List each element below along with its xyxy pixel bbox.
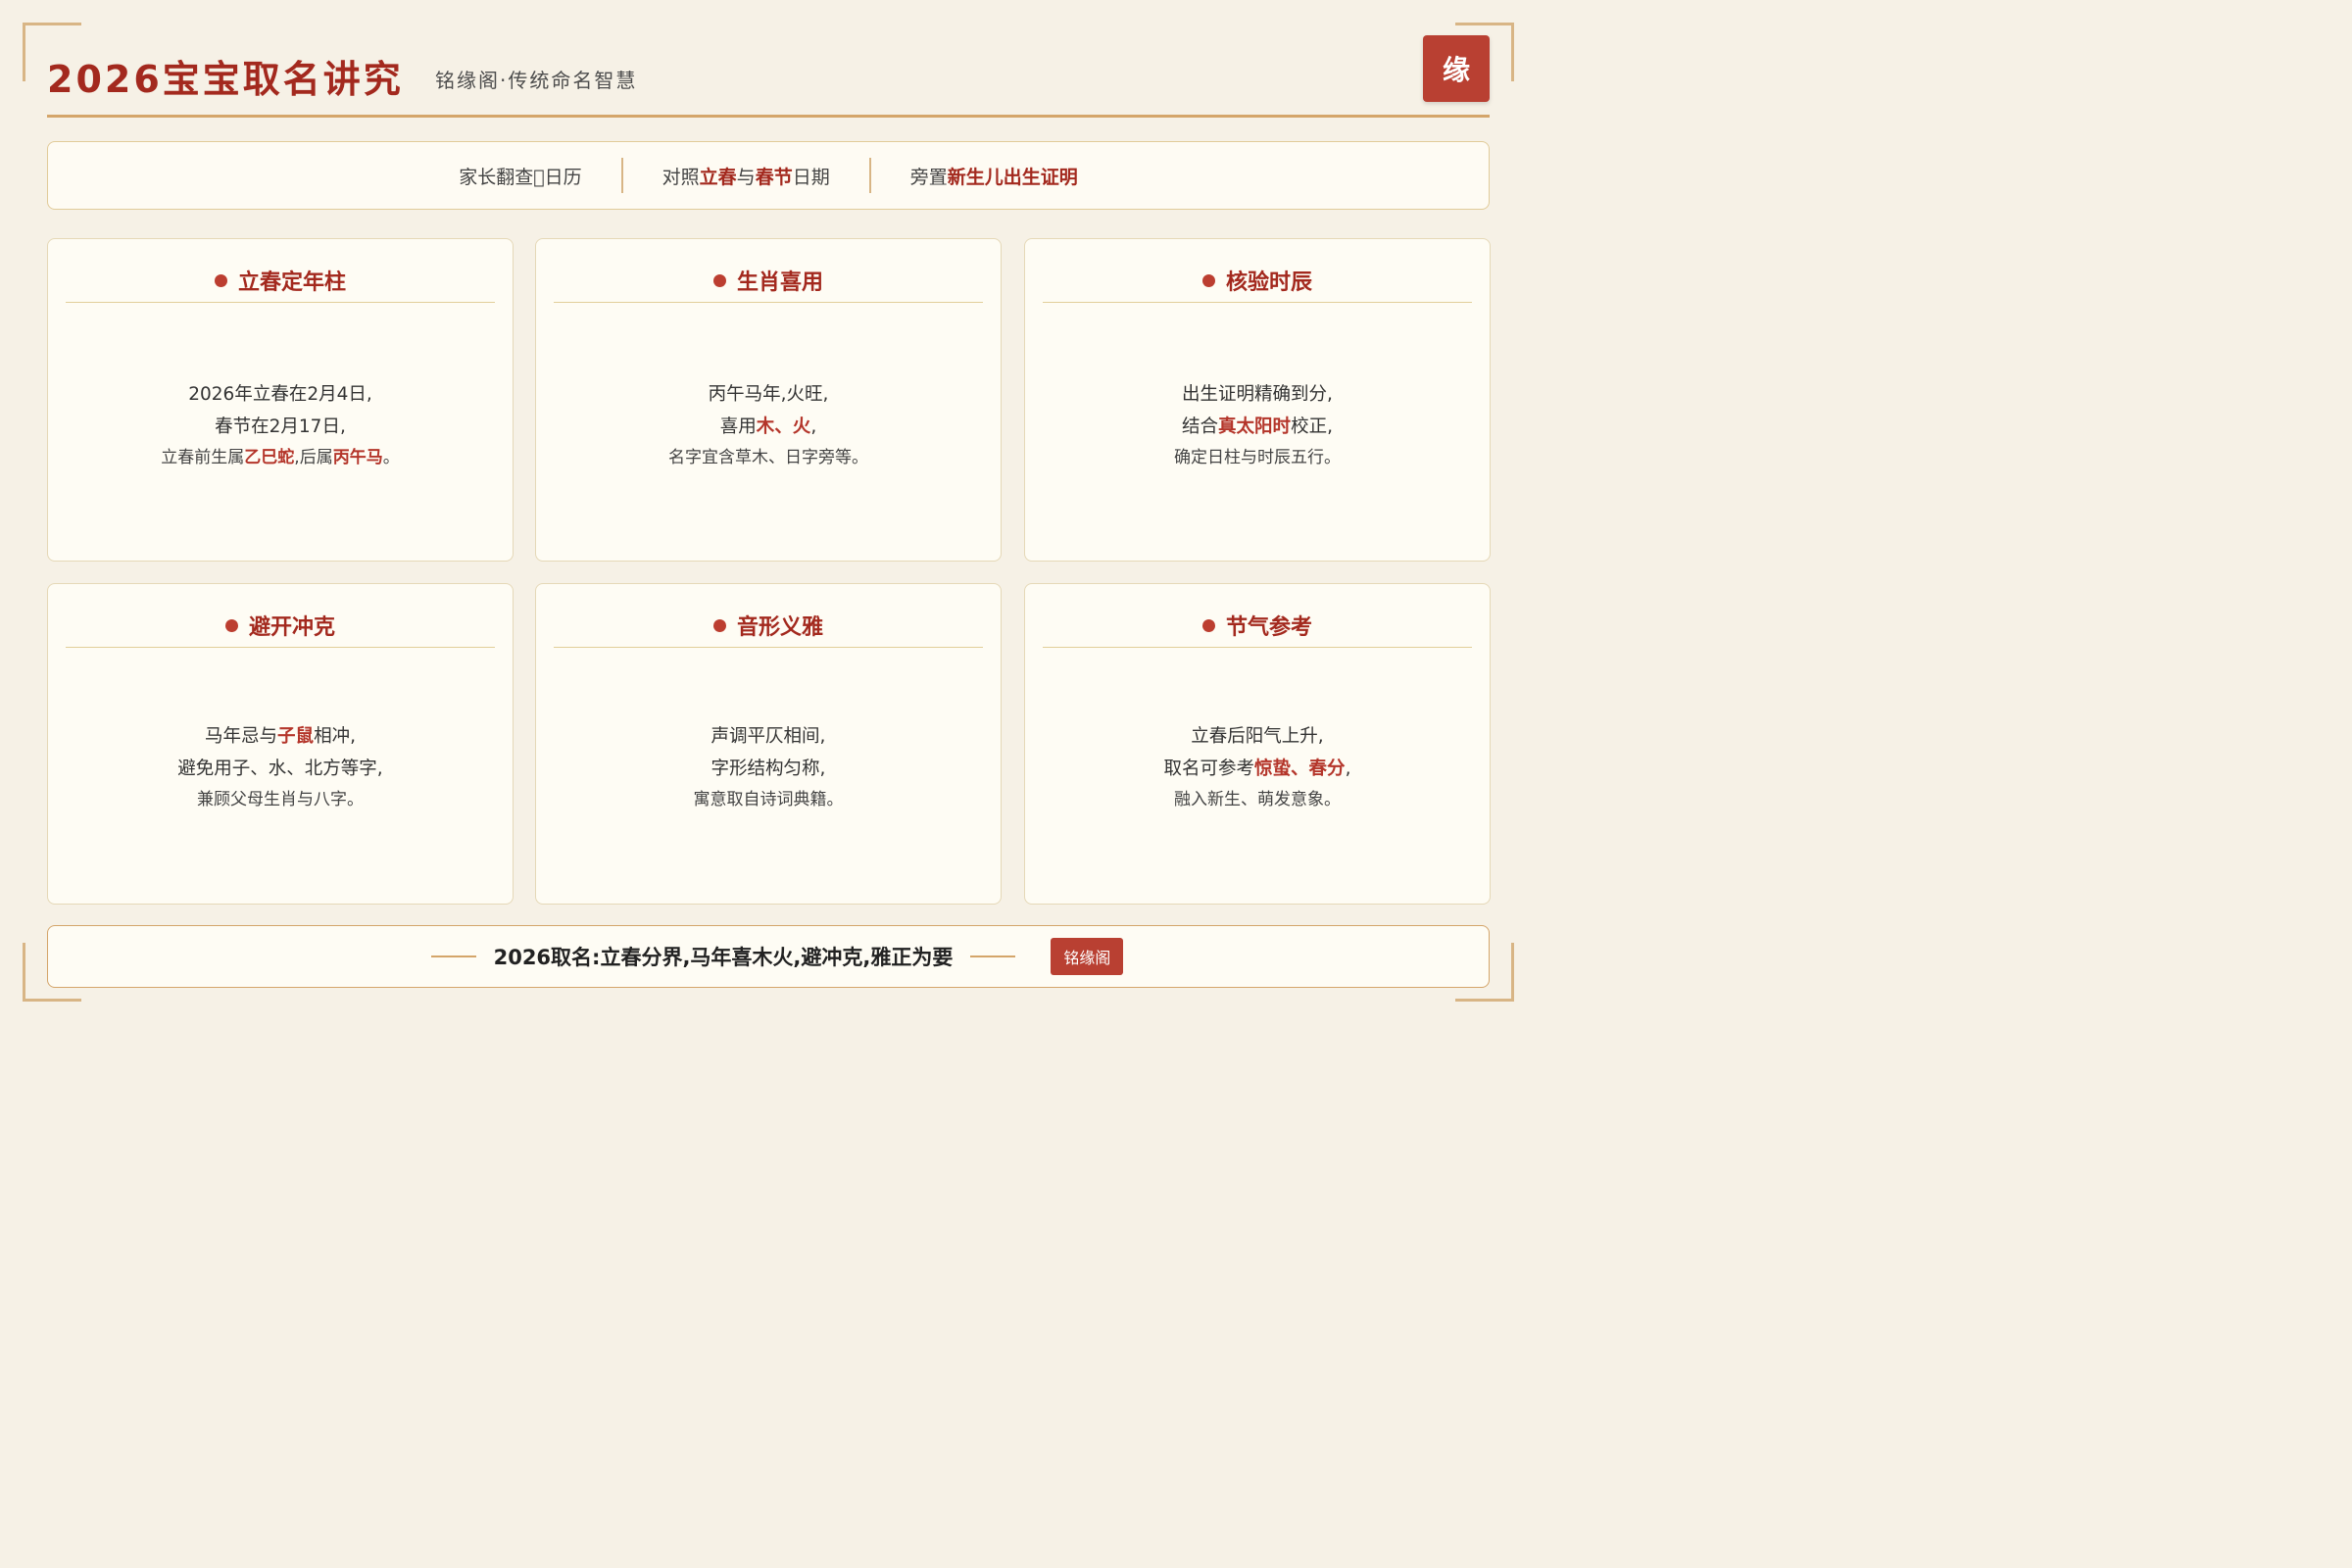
bullet-dot-icon [224, 618, 238, 632]
seal-stamp: 缘 [1423, 35, 1490, 102]
card-text: , [810, 416, 817, 437]
card-text: 立春前生属 [161, 448, 245, 467]
card-title: 立春定年柱 [237, 270, 346, 295]
page-title: 2026宝宝取名讲究 [47, 58, 404, 101]
card-text: 校正, [1291, 416, 1333, 437]
card-title: 核验时辰 [1225, 270, 1312, 295]
card-header: 立春定年柱 [66, 259, 495, 303]
footer-rule-left [430, 956, 476, 957]
card-text: 。 [382, 448, 400, 467]
info-highlight: 立春 [699, 166, 737, 188]
card-body: 声调平仄相间, 字形结构匀称, 寓意取自诗词典籍。 [546, 720, 991, 814]
card-body: 2026年立春在2月4日, 春节在2月17日, 立春前生属乙巳蛇,后属丙午马。 [58, 378, 503, 472]
card-text: 取名可参考 [1163, 759, 1255, 779]
info-item-calendar: 家长翻查 日历 [459, 166, 582, 188]
card-line: 名字宜含草木、日字旁等。 [668, 448, 868, 467]
card-body: 马年忌与子鼠相冲, 避免用子、水、北方等字, 兼顾父母生肖与八字。 [58, 720, 503, 814]
card-title: 音形义雅 [736, 615, 823, 640]
card-line: 避免用子、水、北方等字, [177, 759, 383, 779]
card-sound-form-meaning: 音形义雅 声调平仄相间, 字形结构匀称, 寓意取自诗词典籍。 [535, 583, 1002, 905]
card-text: 相冲, [314, 726, 356, 747]
card-line: 声调平仄相间, [710, 726, 826, 747]
card-header: 音形义雅 [554, 604, 983, 648]
card-header: 生肖喜用 [554, 259, 983, 303]
card-line: 喜用木、火, [546, 411, 991, 443]
card-body: 丙午马年,火旺, 喜用木、火, 名字宜含草木、日字旁等。 [546, 378, 991, 472]
card-text: 马年忌与 [205, 726, 278, 747]
card-highlight: 木、火 [756, 416, 811, 437]
info-text: 与 [736, 166, 756, 188]
page-header: 2026宝宝取名讲究 铭缘阁·传统命名智慧 缘 [47, 35, 1490, 118]
card-line: 取名可参考惊蛰、春分, [1035, 753, 1480, 785]
footer-rule-right [970, 956, 1016, 957]
card-line: 确定日柱与时辰五行。 [1174, 448, 1341, 467]
card-text: 结合 [1182, 416, 1219, 437]
brand-badge: 铭缘阁 [1051, 938, 1124, 975]
card-title: 生肖喜用 [736, 270, 823, 295]
info-text: 对照 [662, 166, 700, 188]
info-bar: 家长翻查 日历 对照立春与春节日期 旁置新生儿出生证明 [47, 141, 1490, 210]
card-line: 立春后阳气上升, [1191, 726, 1324, 747]
footer-summary: 2026取名:立春分界,马年喜木火,避冲克,雅正为要 [493, 946, 954, 969]
card-text: , [1345, 759, 1351, 779]
card-line: 出生证明精确到分, [1182, 384, 1333, 405]
card-header: 节气参考 [1043, 604, 1472, 648]
bullet-dot-icon [712, 618, 726, 632]
card-zodiac-favorable: 生肖喜用 丙午马年,火旺, 喜用木、火, 名字宜含草木、日字旁等。 [535, 238, 1002, 562]
card-solar-terms: 节气参考 立春后阳气上升, 取名可参考惊蛰、春分, 融入新生、萌发意象。 [1024, 583, 1491, 905]
info-text: 日期 [792, 166, 830, 188]
card-line: 立春前生属乙巳蛇,后属丙午马。 [58, 443, 503, 472]
bullet-dot-icon [214, 273, 227, 287]
card-line: 字形结构匀称, [710, 759, 826, 779]
info-highlight: 新生儿出生证明 [947, 166, 1078, 188]
card-lichun-year-pillar: 立春定年柱 2026年立春在2月4日, 春节在2月17日, 立春前生属乙巳蛇,后… [47, 238, 514, 562]
card-text: ,后属 [294, 448, 333, 467]
card-line: 2026年立春在2月4日, [188, 384, 372, 405]
footer-banner: 2026取名:立春分界,马年喜木火,避冲克,雅正为要 铭缘阁 [47, 925, 1490, 988]
card-highlight: 惊蛰、春分 [1254, 759, 1346, 779]
bullet-dot-icon [1201, 273, 1215, 287]
bullet-dot-icon [1201, 618, 1215, 632]
card-header: 核验时辰 [1043, 259, 1472, 303]
card-text: 喜用 [719, 416, 757, 437]
info-text: 旁置 [909, 166, 948, 188]
card-line: 兼顾父母生肖与八字。 [197, 790, 364, 809]
card-line: 丙午马年,火旺, [708, 384, 829, 405]
card-highlight: 子鼠 [277, 726, 315, 747]
card-body: 立春后阳气上升, 取名可参考惊蛰、春分, 融入新生、萌发意象。 [1035, 720, 1480, 814]
info-item-certificate: 旁置新生儿出生证明 [871, 163, 1117, 189]
card-line: 春节在2月17日, [215, 416, 346, 437]
info-item-dates: 对照立春与春节日期 [623, 163, 869, 189]
card-line: 融入新生、萌发意象。 [1174, 790, 1341, 809]
card-title: 节气参考 [1225, 615, 1312, 640]
bullet-dot-icon [712, 273, 726, 287]
card-highlight: 丙午马 [332, 448, 383, 467]
card-highlight: 乙巳蛇 [244, 448, 295, 467]
card-verify-hour: 核验时辰 出生证明精确到分, 结合真太阳时校正, 确定日柱与时辰五行。 [1024, 238, 1491, 562]
page-subtitle: 铭缘阁·传统命名智慧 [435, 69, 638, 92]
card-line: 结合真太阳时校正, [1035, 411, 1480, 443]
card-line: 马年忌与子鼠相冲, [58, 720, 503, 753]
card-line: 寓意取自诗词典籍。 [693, 790, 844, 809]
card-highlight: 真太阳时 [1218, 416, 1292, 437]
info-highlight: 春节 [755, 166, 793, 188]
card-header: 避开冲克 [66, 604, 495, 648]
card-body: 出生证明精确到分, 结合真太阳时校正, 确定日柱与时辰五行。 [1035, 378, 1480, 472]
card-title: 避开冲克 [248, 615, 335, 640]
card-avoid-clash: 避开冲克 马年忌与子鼠相冲, 避免用子、水、北方等字, 兼顾父母生肖与八字。 [47, 583, 514, 905]
